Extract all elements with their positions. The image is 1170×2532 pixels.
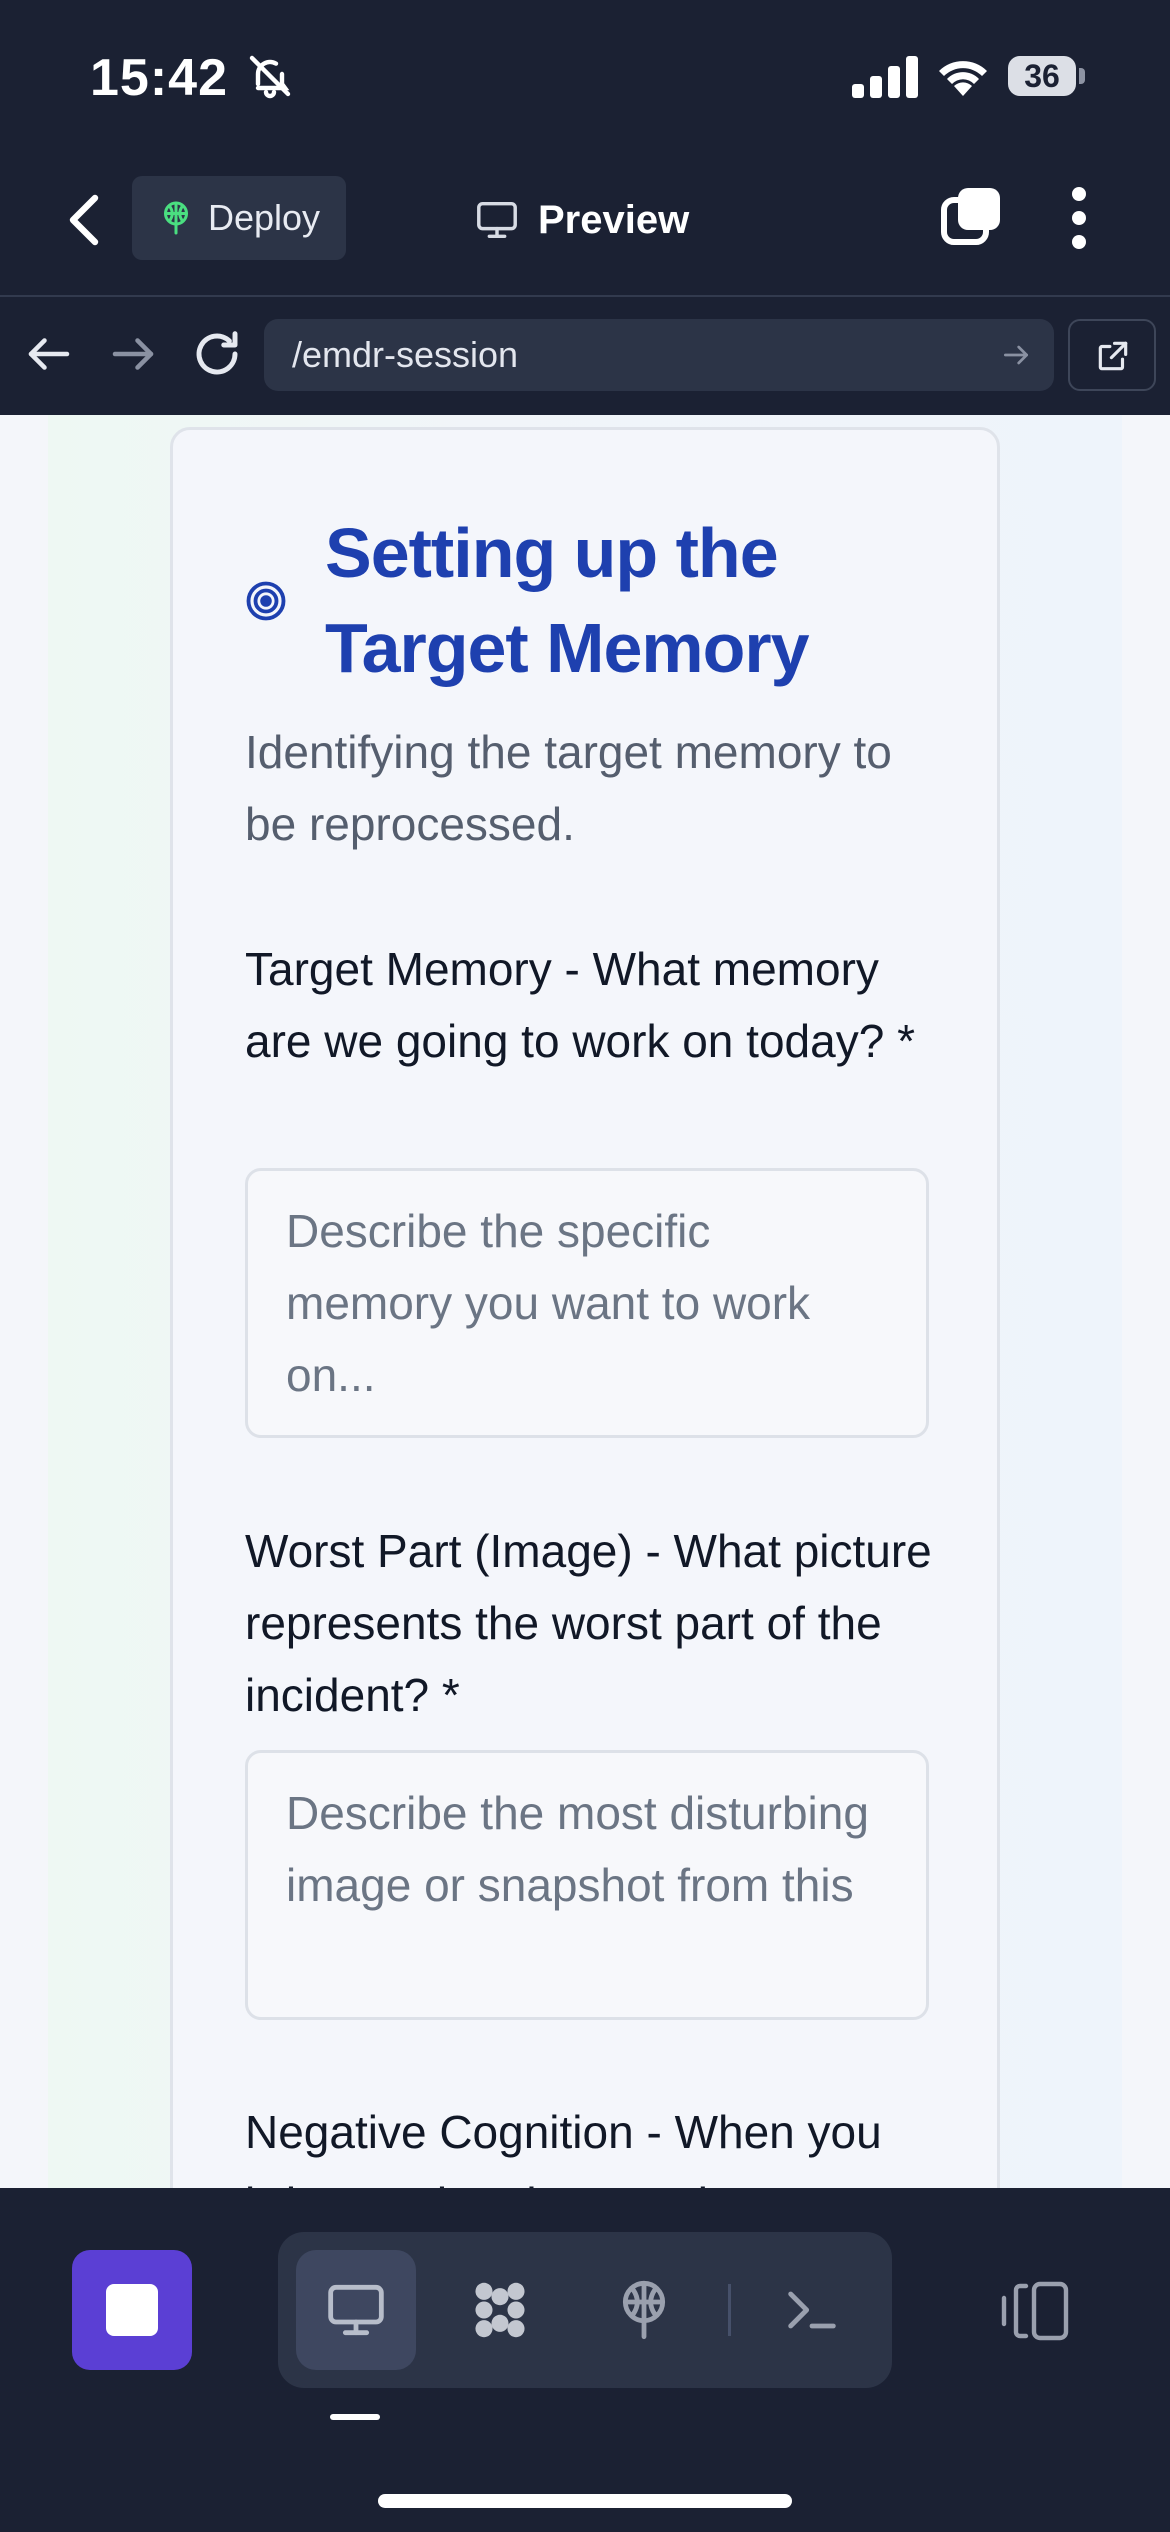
url-text: /emdr-session [292, 334, 519, 375]
side-panel-icon[interactable] [998, 2278, 1074, 2344]
wifi-icon [939, 61, 987, 96]
open-external-button[interactable] [1068, 319, 1156, 391]
preview-label: Preview [538, 197, 690, 242]
status-bar: 15:42 36 [0, 0, 1170, 150]
battery-nub [1079, 68, 1085, 84]
page-subtitle: Identifying the target memory to be repr… [245, 726, 892, 850]
more-options-icon[interactable] [1060, 184, 1098, 252]
url-bar: /emdr-session [0, 297, 1170, 415]
question-label-worst-part: Worst Part (Image) - What picture repres… [245, 1525, 932, 1721]
back-chevron-icon[interactable] [60, 190, 110, 250]
question-label-target-memory: Target Memory - What memory are we going… [245, 943, 915, 1067]
deploy-label: Deploy [208, 197, 321, 238]
monitor-icon [477, 201, 517, 239]
worst-part-placeholder: Describe the most disturbing image or sn… [286, 1787, 869, 1911]
target-memory-input[interactable]: Describe the specific memory you want to… [245, 1168, 929, 1438]
home-indicator [378, 2494, 792, 2508]
web-preview[interactable]: Setting up the Target Memory Identifying… [0, 415, 1170, 2188]
worst-part-input[interactable]: Describe the most disturbing image or sn… [245, 1750, 929, 2020]
console-view-button[interactable] [752, 2250, 872, 2370]
active-view-indicator [330, 2414, 380, 2420]
external-link-icon [1098, 341, 1128, 371]
deploy-icon [622, 2280, 666, 2340]
go-arrow-icon[interactable] [1000, 339, 1032, 371]
page-title: Setting up the Target Memory [325, 514, 810, 687]
preview-tab[interactable]: Preview [474, 180, 689, 260]
url-field[interactable]: /emdr-session [264, 319, 1054, 391]
stop-icon [106, 2284, 158, 2336]
battery-indicator: 36 [1008, 56, 1088, 98]
preview-view-button[interactable] [296, 2250, 416, 2370]
tabs-icon[interactable] [940, 184, 1004, 248]
deploy-button[interactable]: Deploy [132, 176, 346, 260]
bottom-toolbar [0, 2188, 1170, 2532]
terminal-icon [788, 2291, 836, 2329]
battery-level: 36 [1008, 56, 1076, 96]
app-bar: Deploy Preview [0, 150, 1170, 295]
question-label-negative-cognition: Negative Cognition - When you bring up t… [245, 2106, 882, 2188]
back-arrow-icon[interactable] [22, 327, 76, 381]
target-memory-placeholder: Describe the specific memory you want to… [286, 1205, 811, 1401]
nodes-icon [475, 2282, 525, 2338]
monitor-icon [328, 2284, 384, 2336]
target-icon [246, 581, 286, 621]
switcher-separator [728, 2284, 731, 2336]
forward-arrow-icon[interactable] [106, 327, 160, 381]
deploy-icon [164, 201, 188, 235]
form-card: Setting up the Target Memory Identifying… [170, 427, 1000, 2188]
deploy-view-button[interactable] [584, 2250, 704, 2370]
cellular-signal-icon [852, 56, 918, 98]
refresh-icon[interactable] [190, 327, 244, 381]
flows-view-button[interactable] [440, 2250, 560, 2370]
view-switcher [278, 2232, 892, 2388]
stop-button[interactable] [72, 2250, 192, 2370]
status-time: 15:42 [90, 49, 228, 107]
bell-muted-icon [249, 55, 291, 99]
